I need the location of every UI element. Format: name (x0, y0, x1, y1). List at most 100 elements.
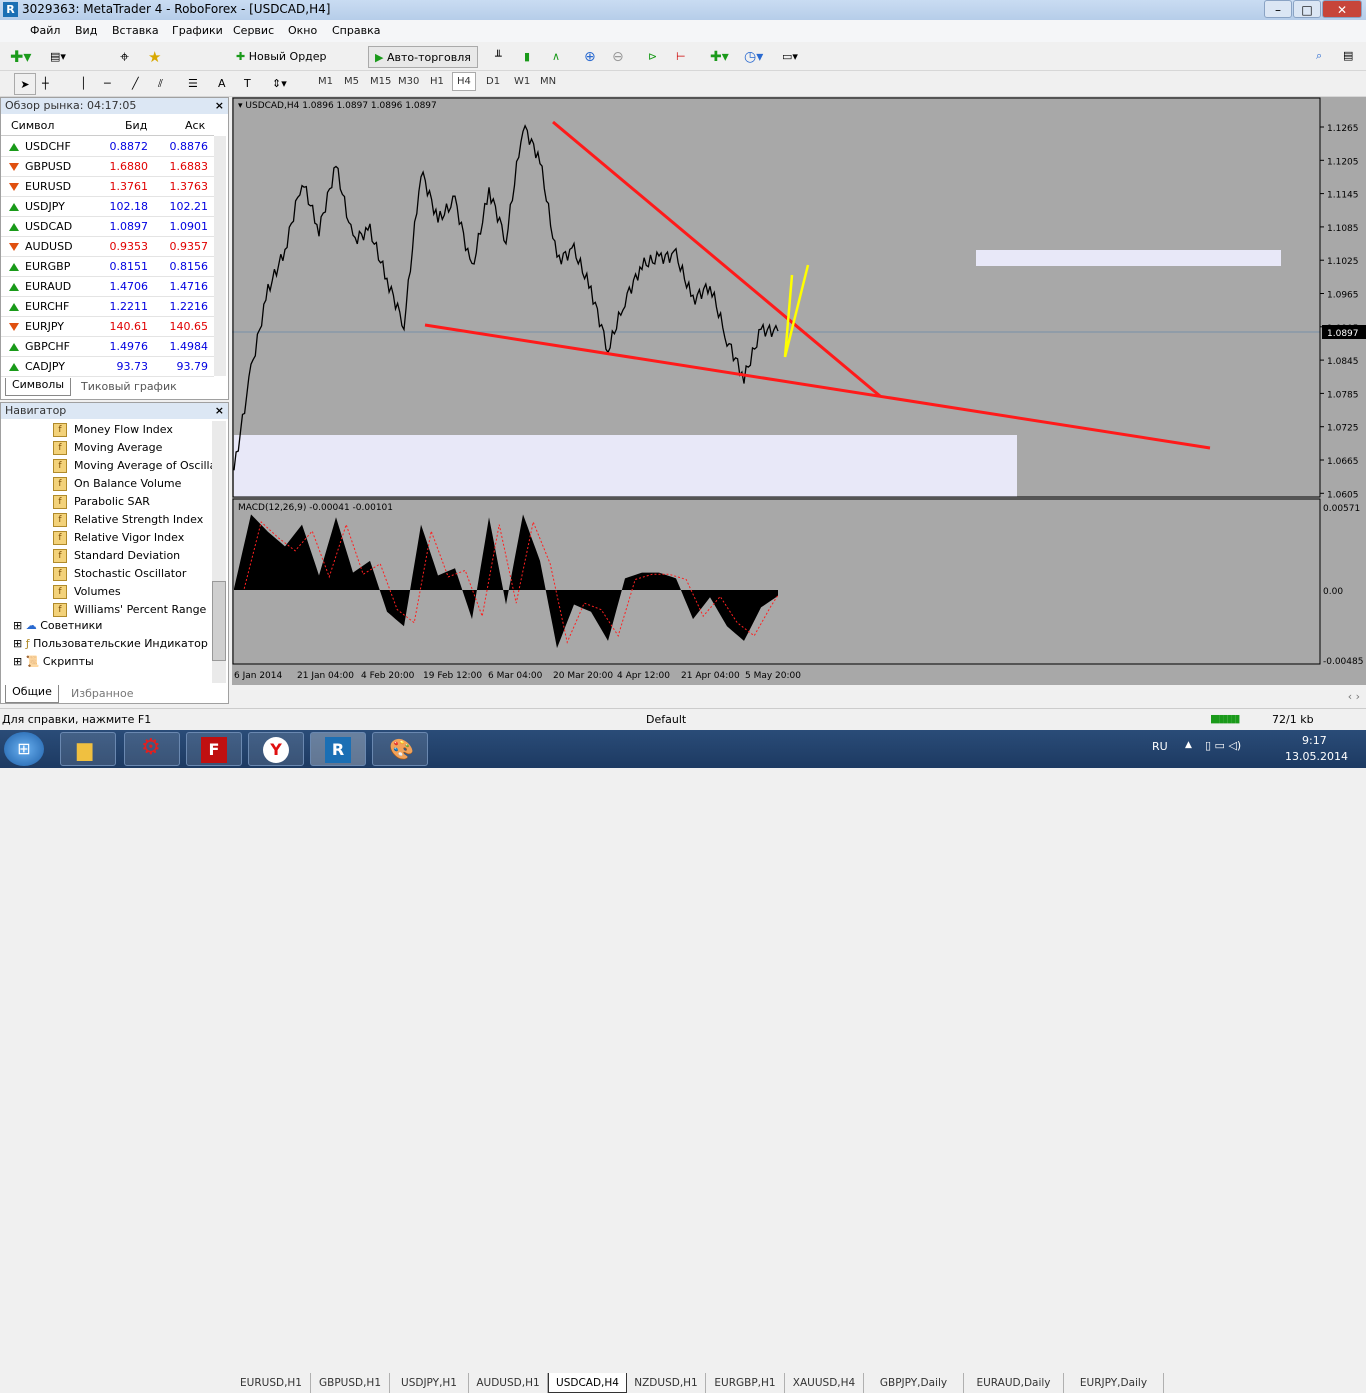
fibonacci-icon[interactable]: ☰ (188, 73, 198, 95)
taskbar-app-gear[interactable]: ⚙ (124, 732, 180, 766)
menu-insert[interactable]: Вставка (112, 24, 159, 37)
tab-favorites[interactable]: Избранное (71, 687, 133, 700)
horizontal-line-icon[interactable]: ─ (104, 73, 111, 95)
tf-h1[interactable]: H1 (430, 76, 444, 87)
clock-date[interactable]: 13.05.2014 (1285, 750, 1348, 763)
tray-expand-icon[interactable]: ▲ (1185, 740, 1192, 750)
tf-d1[interactable]: D1 (486, 76, 500, 87)
bar-chart-icon[interactable]: ╨ (495, 46, 502, 68)
taskbar-app-f[interactable]: F (186, 732, 242, 766)
tab-symbols[interactable]: Символы (5, 378, 71, 396)
chart-tab[interactable]: GBPJPY,Daily (864, 1373, 964, 1393)
folder-scripts[interactable]: ⊞ 📜 Скрипты (13, 655, 94, 668)
chart-tab[interactable]: EURJPY,Daily (1064, 1373, 1164, 1393)
navigator-scrollbar[interactable] (212, 421, 226, 683)
taskbar-yandex[interactable]: Y (248, 732, 304, 766)
chart-tab[interactable]: XAUUSD,H4 (785, 1373, 864, 1393)
menu-file[interactable]: Файл (30, 24, 60, 37)
text-icon[interactable]: A (218, 73, 226, 95)
zoom-out-icon[interactable]: ⊖ (612, 46, 624, 68)
templates-icon[interactable]: ▭▾ (782, 46, 798, 68)
language-indicator[interactable]: RU (1152, 740, 1168, 753)
tf-m5[interactable]: M5 (344, 76, 359, 87)
zoom-in-icon[interactable]: ⊕ (584, 46, 596, 68)
chart-tab[interactable]: EURGBP,H1 (706, 1373, 785, 1393)
periods-icon[interactable]: ◷▾ (744, 46, 763, 68)
folder-custom-indicators[interactable]: ⊞ ƒ Пользовательские Индикатор (13, 637, 208, 650)
chart-tab[interactable]: AUDUSD,H1 (469, 1373, 548, 1393)
channel-icon[interactable]: ⫽ (158, 73, 163, 95)
maximize-button[interactable]: □ (1293, 0, 1321, 18)
clock-time[interactable]: 9:17 (1302, 734, 1327, 747)
market-watch-row[interactable]: EURGBP 0.8151 0.8156 (1, 257, 214, 277)
tf-m15[interactable]: M15 (370, 76, 391, 87)
trendline-icon[interactable]: ╱ (132, 73, 139, 95)
new-order-button[interactable]: ✚ Новый Ордер (236, 46, 327, 68)
market-watch-row[interactable]: CADJPY 93.73 93.79 (1, 357, 214, 377)
taskbar-explorer[interactable]: ▆ (60, 732, 116, 766)
market-watch-row[interactable]: EURCHF 1.2211 1.2216 (1, 297, 214, 317)
menu-window[interactable]: Окно (288, 24, 317, 37)
candles-icon[interactable]: ▮ (524, 46, 530, 68)
chart-tab[interactable]: USDCAD,H4 (548, 1373, 627, 1393)
close-icon[interactable]: × (215, 99, 224, 112)
start-button[interactable]: ⊞ (4, 732, 44, 766)
folder-experts[interactable]: ⊞ ☁ Советники (13, 619, 102, 632)
text-label-icon[interactable]: T (244, 73, 251, 95)
line-chart-icon[interactable]: ∧ (552, 46, 560, 68)
menu-toggle-icon[interactable]: ▤ (1343, 45, 1353, 67)
tray-icons[interactable]: ▯ ▭ ◁) (1205, 739, 1241, 752)
crosshair-tool-icon[interactable]: ┼ (42, 73, 49, 95)
tab-tick-chart[interactable]: Тиковый график (81, 380, 177, 393)
crosshair-icon[interactable]: ⌖ (120, 46, 129, 68)
market-watch-row[interactable]: EURJPY 140.61 140.65 (1, 317, 214, 337)
market-watch-row[interactable]: AUDUSD 0.9353 0.9357 (1, 237, 214, 257)
market-watch-row[interactable]: GBPCHF 1.4976 1.4984 (1, 337, 214, 357)
market-watch-row[interactable]: USDCAD 1.0897 1.0901 (1, 217, 214, 237)
minimize-button[interactable]: – (1264, 0, 1292, 18)
tf-m1[interactable]: M1 (318, 76, 333, 87)
search-icon[interactable]: ⌕ (1316, 45, 1322, 67)
expand-icon[interactable]: ⊞ (13, 655, 22, 668)
tab-scroll-arrows[interactable]: ‹ › (1348, 690, 1360, 703)
tf-mn[interactable]: MN (540, 76, 556, 87)
favorites-icon[interactable]: ★ (148, 46, 161, 68)
vertical-line-icon[interactable]: │ (80, 73, 87, 95)
tf-m30[interactable]: M30 (398, 76, 419, 87)
tab-common[interactable]: Общие (5, 685, 59, 703)
chart-window[interactable]: 1.12651.12051.11451.10851.10251.09651.09… (232, 97, 1366, 685)
taskbar-paint[interactable]: 🎨 (372, 732, 428, 766)
expand-icon[interactable]: ⊞ (13, 619, 22, 632)
tf-h4[interactable]: H4 (452, 72, 476, 91)
expand-icon[interactable]: ⊞ (13, 637, 22, 650)
autoscroll-icon[interactable]: ⊳ (648, 46, 657, 68)
col-bid[interactable]: Бид (125, 119, 147, 132)
taskbar-metatrader[interactable]: R (310, 732, 366, 766)
market-watch-row[interactable]: USDJPY 102.18 102.21 (1, 197, 214, 217)
chart-tab[interactable]: GBPUSD,H1 (311, 1373, 390, 1393)
arrows-icon[interactable]: ⇕▾ (272, 73, 287, 95)
close-icon[interactable]: × (215, 404, 224, 417)
chart-tab[interactable]: USDJPY,H1 (390, 1373, 469, 1393)
chart-tab[interactable]: EURAUD,Daily (964, 1373, 1064, 1393)
autotrading-button[interactable]: ▶ Авто-торговля (368, 46, 478, 68)
menu-help[interactable]: Справка (332, 24, 380, 37)
cursor-icon[interactable]: ➤ (14, 73, 36, 95)
market-watch-row[interactable]: EURAUD 1.4706 1.4716 (1, 277, 214, 297)
market-watch-row[interactable]: GBPUSD 1.6880 1.6883 (1, 157, 214, 177)
chart-shift-icon[interactable]: ⊢ (676, 46, 686, 68)
profiles-icon[interactable]: ▤▾ (50, 46, 66, 68)
col-symbol[interactable]: Символ (11, 119, 54, 132)
price-chart[interactable]: 1.12651.12051.11451.10851.10251.09651.09… (232, 97, 1366, 685)
new-chart-icon[interactable]: ✚▾ (10, 46, 31, 68)
chart-tab[interactable]: NZDUSD,H1 (627, 1373, 706, 1393)
market-watch-scrollbar[interactable] (214, 136, 226, 376)
chart-tab[interactable]: EURUSD,H1 (232, 1373, 311, 1393)
menu-charts[interactable]: Графики (172, 24, 223, 37)
close-button[interactable]: ✕ (1322, 0, 1362, 18)
menu-tools[interactable]: Сервис (233, 24, 274, 37)
market-watch-row[interactable]: USDCHF 0.8872 0.8876 (1, 137, 214, 157)
menu-view[interactable]: Вид (75, 24, 97, 37)
indicators-icon[interactable]: ✚▾ (710, 46, 729, 68)
tf-w1[interactable]: W1 (514, 76, 530, 87)
